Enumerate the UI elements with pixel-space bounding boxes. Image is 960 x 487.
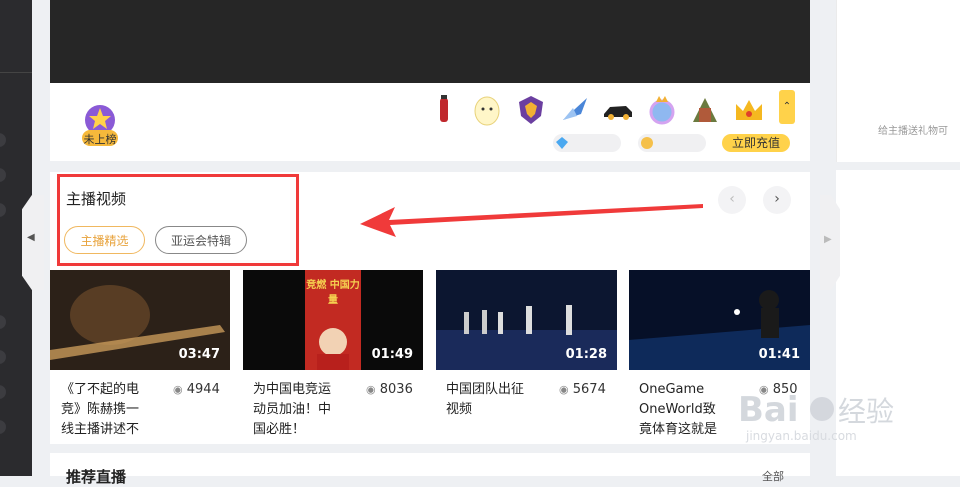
watermark-url: jingyan.baidu.com <box>746 429 857 443</box>
eye-icon: ◉ <box>366 383 376 396</box>
title-line: 为中国电竞运 <box>253 382 332 397</box>
prev-page-button[interactable]: ‹ <box>718 186 746 214</box>
chevron-right-icon: › <box>774 191 780 207</box>
recharge-button[interactable]: 立即充值 <box>722 134 790 152</box>
view-count: ◉ 5674 <box>559 382 606 397</box>
title-line: 视频 <box>446 402 473 417</box>
thumbnail-caption: 竞燃 中国力量 <box>306 280 360 306</box>
video-thumbnail[interactable]: 01:41 <box>629 270 810 370</box>
crest-gift-icon[interactable] <box>515 94 547 126</box>
video-player[interactable] <box>50 0 810 83</box>
eye-icon: ◉ <box>559 383 569 396</box>
jet-gift-icon[interactable] <box>559 94 591 126</box>
view-count: ◉ 8036 <box>366 382 413 397</box>
view-all-link[interactable]: 全部 <box>762 468 784 484</box>
recommend-live-section <box>50 453 810 476</box>
sidebar-divider <box>0 72 32 73</box>
chat-panel <box>836 0 960 162</box>
chat-gift-hint: 给主播送礼物可 <box>878 126 948 137</box>
view-count: ◉ 4944 <box>173 382 220 397</box>
annotation-arrow <box>360 204 703 237</box>
chevron-right-icon: ▶ <box>824 234 832 245</box>
coin-balance <box>638 134 706 152</box>
chevron-left-icon: ◀ <box>27 232 35 243</box>
crown-gift-icon[interactable] <box>733 94 765 126</box>
video-duration: 01:41 <box>758 347 800 362</box>
rank-label: 未上榜 <box>83 133 117 146</box>
cola-gift-icon[interactable] <box>428 94 460 126</box>
diamond-icon <box>556 137 568 149</box>
video-thumbnail[interactable]: 01:28 <box>436 270 617 370</box>
car-gift-icon[interactable] <box>602 94 634 126</box>
video-title[interactable]: 为中国电竞运 动员加油！中 国必胜！ <box>253 380 373 440</box>
svg-text:Bai: Bai <box>738 390 799 430</box>
title-line: 《了不起的电 <box>61 382 140 397</box>
video-duration: 01:28 <box>565 347 607 362</box>
title-line: 中国团队出征 <box>446 382 525 397</box>
egg-gift-icon[interactable] <box>471 94 503 126</box>
views-value: 4944 <box>186 382 220 397</box>
gift-scroll-up-button[interactable]: ⌃ <box>779 90 795 124</box>
eye-icon: ◉ <box>173 383 183 396</box>
video-title[interactable]: 《了不起的电 竞》陈赫携一 线主播讲述不 <box>61 380 181 440</box>
video-duration: 01:49 <box>371 347 413 362</box>
castle-gift-icon[interactable] <box>689 94 721 126</box>
video-duration: 03:47 <box>178 347 220 362</box>
svg-text:经验: 经验 <box>838 395 894 428</box>
views-value: 8036 <box>379 382 413 397</box>
crown-orb-gift-icon[interactable] <box>646 94 678 126</box>
diamond-balance <box>553 134 621 152</box>
next-page-button[interactable]: › <box>763 186 791 214</box>
annotation-highlight-box <box>57 174 299 266</box>
title-line: 竞》陈赫携一 <box>61 402 140 417</box>
video-thumbnail[interactable]: 竞燃 中国力量 01:49 <box>243 270 423 370</box>
views-value: 5674 <box>572 382 606 397</box>
video-title[interactable]: 中国团队出征 视频 <box>446 380 566 420</box>
baidu-watermark: Bai 经验 jingyan.baidu.com <box>738 377 918 461</box>
rank-badge[interactable]: 未上榜 <box>80 102 120 148</box>
title-line: 线主播讲述不 <box>61 422 140 437</box>
title-line: 国必胜！ <box>253 422 306 437</box>
baidu-paw-logo: Bai 经验 <box>738 390 894 430</box>
chevron-left-icon: ‹ <box>729 191 735 207</box>
coin-icon <box>641 137 653 149</box>
title-line: 动员加油！中 <box>253 402 332 417</box>
recommend-live-title: 推荐直播 <box>66 468 127 486</box>
video-thumbnail[interactable]: 03:47 <box>50 270 230 370</box>
